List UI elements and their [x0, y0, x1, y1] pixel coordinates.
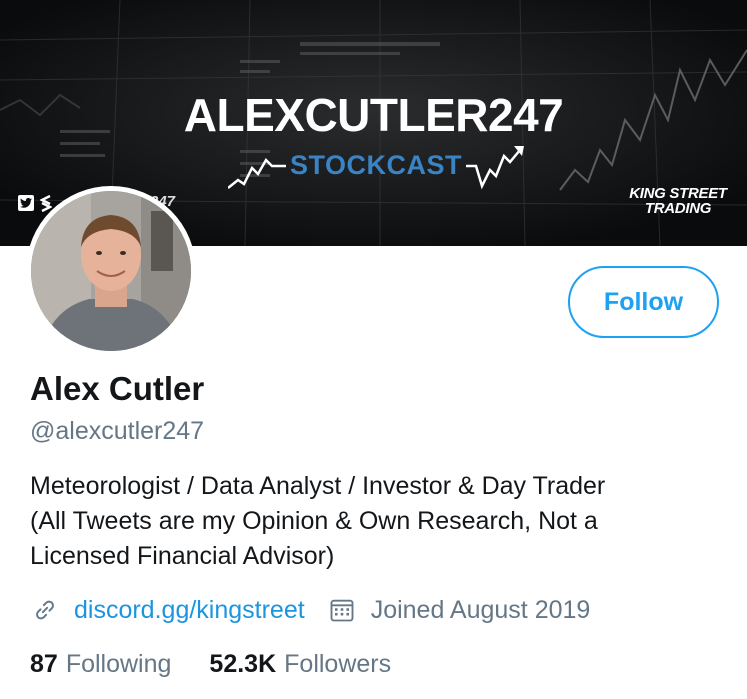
profile-website-link[interactable]: discord.gg/kingstreet — [74, 596, 305, 625]
avatar-photo — [31, 191, 191, 351]
joined-date: Joined August 2019 — [370, 595, 591, 624]
banner-subtitle: STOCKCAST — [290, 150, 463, 180]
banner-brand-line2: TRADING — [644, 200, 712, 217]
banner-social-icons — [18, 194, 52, 212]
bio-line: (All Tweets are my Opinion & Own Researc… — [30, 507, 598, 535]
avatar-portrait-image — [31, 191, 191, 351]
display-name: Alex Cutler — [30, 370, 205, 407]
stocktwits-icon — [40, 194, 52, 212]
link-icon — [30, 595, 60, 625]
follow-button[interactable]: Follow — [568, 266, 719, 338]
following-stat[interactable]: 87 Following — [30, 650, 171, 679]
following-label: Following — [65, 650, 172, 678]
calendar-icon — [327, 595, 357, 625]
followers-stat[interactable]: 52.3K Followers — [209, 650, 391, 679]
followers-label: Followers — [284, 650, 392, 678]
banner-subtitle-graphic: STOCKCAST — [227, 140, 528, 196]
user-handle: @alexcutler247 — [30, 417, 205, 445]
profile-bio: Meteorologist / Data Analyst / Investor … — [30, 469, 720, 574]
avatar[interactable] — [26, 186, 196, 356]
followers-count: 52.3K — [209, 650, 277, 678]
twitter-icon — [18, 195, 34, 211]
following-count: 87 — [30, 650, 58, 678]
banner-brand-logo: KING STREET TRADING — [623, 186, 733, 216]
banner-title: ALEXCUTLER247 — [183, 89, 564, 141]
bio-line: Meteorologist / Data Analyst / Investor … — [30, 472, 606, 500]
profile-stats: 87 Following 52.3K Followers — [30, 650, 429, 679]
banner-brand-line1: KING STREET — [629, 185, 727, 202]
profile-page: ALEXCUTLER247 STOCKCAST 247 KING STREET — [0, 0, 747, 699]
profile-meta: discord.gg/kingstreet Joined August 2019 — [30, 592, 590, 628]
bio-line: Licensed Financial Advisor) — [30, 542, 335, 570]
